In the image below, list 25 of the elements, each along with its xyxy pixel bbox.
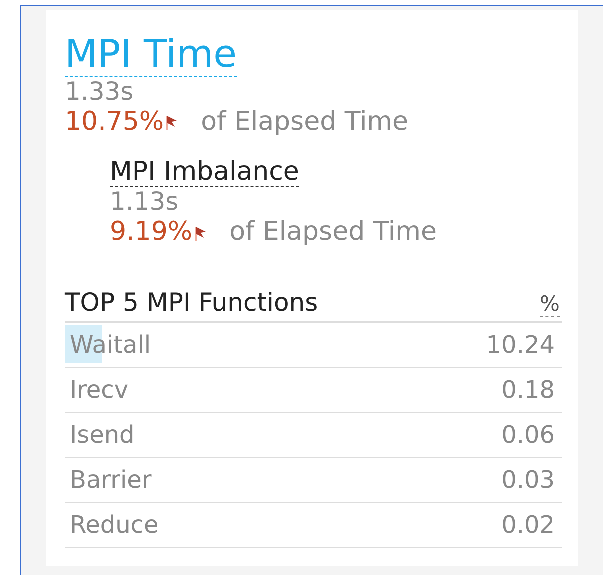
metric-title-link[interactable]: MPI Imbalance (110, 158, 300, 188)
function-name: Reduce (70, 511, 159, 540)
function-percent: 0.06 (502, 421, 555, 450)
function-percent: 10.24 (486, 331, 555, 360)
table-row[interactable]: Barrier 0.03 (65, 458, 562, 504)
function-percent: 0.18 (502, 376, 555, 404)
function-percent: 0.03 (502, 466, 555, 494)
metric-title-link[interactable]: MPI Time (65, 34, 237, 77)
column-header[interactable]: % (540, 292, 560, 318)
function-percent: 0.02 (502, 511, 555, 540)
function-name: Barrier (70, 466, 152, 494)
table-title: TOP 5 MPI Functions (65, 288, 318, 318)
metric-value: 1.13s (110, 187, 180, 218)
metric-caption: of Elapsed Time (230, 217, 437, 248)
table-row[interactable]: Reduce 0.02 (65, 503, 562, 548)
table-row[interactable]: Waitall 10.24 (65, 323, 562, 368)
metric-percent: 10.75% (65, 106, 164, 138)
metric-percent: 9.19% (110, 217, 193, 248)
table-row[interactable]: Isend 0.06 (65, 413, 562, 458)
metric-caption: of Elapsed Time (201, 106, 408, 138)
function-name: Isend (70, 421, 135, 450)
metric-value: 1.33s (65, 76, 135, 107)
table-row[interactable]: Irecv 0.18 (65, 368, 562, 414)
function-name: Irecv (70, 376, 129, 404)
function-name: Waitall (70, 331, 152, 360)
